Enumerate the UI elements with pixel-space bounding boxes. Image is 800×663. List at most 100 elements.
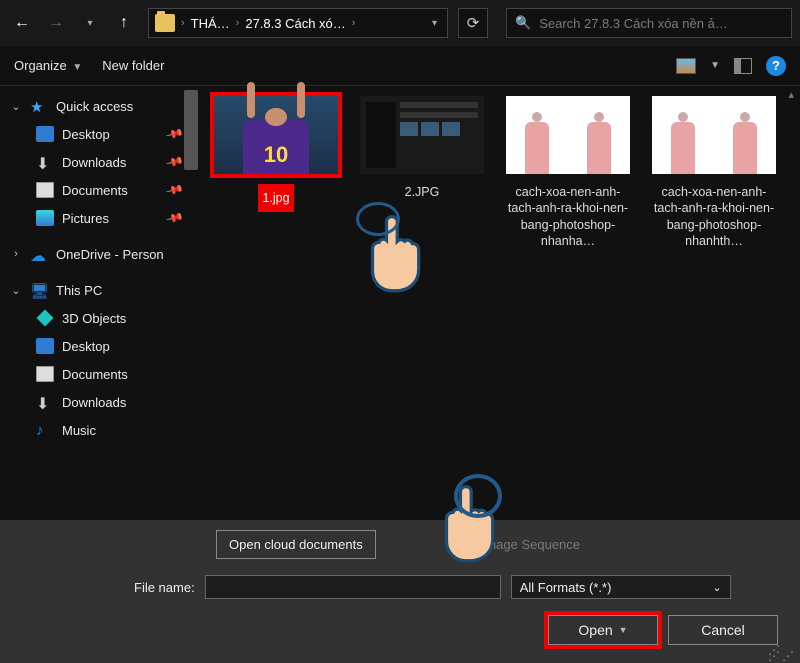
- pin-icon: 📌: [165, 124, 185, 144]
- file-type-select[interactable]: All Formats (*.*) ⌄: [511, 575, 731, 599]
- chevron-down-icon: ⌄: [712, 581, 721, 594]
- tree-item-desktop2[interactable]: Desktop: [0, 332, 200, 360]
- tree-label: This PC: [56, 283, 102, 298]
- organize-label: Organize: [14, 58, 67, 73]
- scrollbar-thumb[interactable]: [184, 90, 198, 170]
- tree-item-music[interactable]: ♪ Music: [0, 416, 200, 444]
- chevron-down-icon: ⌄: [10, 100, 22, 113]
- tree-label: Documents: [62, 183, 128, 198]
- tree-label: 3D Objects: [62, 311, 126, 326]
- preview-pane-button[interactable]: [734, 58, 752, 74]
- tree-item-3d-objects[interactable]: 3D Objects: [0, 304, 200, 332]
- folder-icon: [155, 14, 175, 32]
- open-button[interactable]: Open ▼: [548, 615, 658, 645]
- bottom-panel: Open cloud documents Image Sequence File…: [0, 520, 800, 663]
- pin-icon: 📌: [165, 180, 185, 200]
- file-thumbnail: [360, 96, 484, 174]
- address-bar: ← → ▾ ↑ › THÁ… › 27.8.3 Cách xó… › ▾ ⟳ 🔍: [0, 0, 800, 46]
- view-mode-button[interactable]: [676, 58, 696, 74]
- chevron-right-icon: ›: [181, 17, 185, 29]
- navigation-tree[interactable]: ⌄ ★ Quick access Desktop 📌 ⬇ Downloads 📌…: [0, 86, 200, 520]
- file-thumbnail: [506, 96, 630, 174]
- open-cloud-documents-button[interactable]: Open cloud documents: [216, 530, 376, 559]
- search-icon: 🔍: [515, 15, 531, 31]
- back-button[interactable]: ←: [8, 9, 36, 37]
- tree-item-pictures[interactable]: Pictures 📌: [0, 204, 200, 232]
- breadcrumb-segment[interactable]: 27.8.3 Cách xó…: [245, 16, 345, 31]
- resize-grip[interactable]: ⋰⋰⋰: [768, 647, 796, 659]
- toolbar: Organize ▼ New folder ▼ ?: [0, 46, 800, 86]
- file-name: 2.JPG: [405, 184, 440, 200]
- download-icon: ⬇: [36, 394, 54, 410]
- tree-label: Pictures: [62, 211, 109, 226]
- recent-locations-dropdown[interactable]: ▾: [76, 9, 104, 37]
- image-sequence-checkbox[interactable]: Image Sequence: [462, 537, 580, 552]
- chevron-right-icon: ›: [352, 17, 356, 29]
- tree-label: Music: [62, 423, 96, 438]
- desktop-icon: [36, 126, 54, 142]
- tree-item-documents[interactable]: Documents 📌: [0, 176, 200, 204]
- help-button[interactable]: ?: [766, 56, 786, 76]
- chevron-down-icon: ▼: [72, 62, 82, 73]
- tree-label: Documents: [62, 367, 128, 382]
- file-thumbnail: 10: [214, 96, 338, 174]
- desktop-icon: [36, 338, 54, 354]
- filename-input[interactable]: [205, 575, 501, 599]
- forward-button[interactable]: →: [42, 9, 70, 37]
- breadcrumb-segment[interactable]: THÁ…: [191, 16, 230, 31]
- download-icon: ⬇: [36, 154, 54, 170]
- file-name: 1.jpg: [258, 184, 293, 212]
- file-item[interactable]: cach-xoa-nen-anh-tach-anh-ra-khoi-nen-ba…: [650, 96, 778, 249]
- search-input[interactable]: [539, 16, 783, 31]
- tree-label: Downloads: [62, 155, 126, 170]
- split-chevron-icon[interactable]: ▼: [619, 625, 628, 635]
- file-list[interactable]: ▴ 10 1.jpg 2.JPG: [200, 86, 800, 520]
- refresh-button[interactable]: ⟳: [458, 8, 488, 38]
- breadcrumb[interactable]: › THÁ… › 27.8.3 Cách xó… › ▾: [148, 8, 448, 38]
- star-icon: ★: [30, 98, 48, 114]
- file-name: cach-xoa-nen-anh-tach-anh-ra-khoi-nen-ba…: [650, 184, 778, 249]
- up-button[interactable]: ↑: [110, 9, 138, 37]
- tree-item-desktop[interactable]: Desktop 📌: [0, 120, 200, 148]
- tree-label: Desktop: [62, 127, 110, 142]
- picture-icon: [36, 210, 54, 226]
- checkbox-label: Image Sequence: [482, 537, 580, 552]
- file-open-dialog: ← → ▾ ↑ › THÁ… › 27.8.3 Cách xó… › ▾ ⟳ 🔍…: [0, 0, 800, 663]
- document-icon: [36, 182, 54, 198]
- document-icon: [36, 366, 54, 382]
- checkbox-box[interactable]: [462, 538, 476, 552]
- tree-item-downloads2[interactable]: ⬇ Downloads: [0, 388, 200, 416]
- pin-icon: 📌: [165, 152, 185, 172]
- file-item[interactable]: 10 1.jpg: [212, 96, 340, 249]
- tree-item-onedrive[interactable]: › ☁ OneDrive - Person: [0, 240, 200, 268]
- search-box[interactable]: 🔍: [506, 8, 792, 38]
- file-item[interactable]: cach-xoa-nen-anh-tach-anh-ra-khoi-nen-ba…: [504, 96, 632, 249]
- chevron-right-icon: ›: [236, 17, 240, 29]
- new-folder-button[interactable]: New folder: [102, 58, 164, 73]
- tree-label: Quick access: [56, 99, 133, 114]
- cancel-button[interactable]: Cancel: [668, 615, 778, 645]
- cloud-icon: ☁: [30, 246, 48, 262]
- jersey-number: 10: [243, 142, 309, 168]
- chevron-right-icon: ›: [10, 248, 22, 260]
- tree-item-this-pc[interactable]: ⌄ 🖥 This PC: [0, 276, 200, 304]
- organize-menu[interactable]: Organize ▼: [14, 58, 82, 73]
- file-thumbnail: [652, 96, 776, 174]
- scroll-up-icon[interactable]: ▴: [788, 88, 794, 101]
- tree-item-quick-access[interactable]: ⌄ ★ Quick access: [0, 92, 200, 120]
- file-item[interactable]: 2.JPG: [358, 96, 486, 249]
- chevron-down-icon: ⌄: [10, 284, 22, 297]
- file-name: cach-xoa-nen-anh-tach-anh-ra-khoi-nen-ba…: [504, 184, 632, 249]
- tree-label: Desktop: [62, 339, 110, 354]
- tree-item-downloads[interactable]: ⬇ Downloads 📌: [0, 148, 200, 176]
- tree-label: OneDrive - Person: [56, 247, 164, 262]
- cube-icon: [37, 310, 54, 327]
- dialog-body: ⌄ ★ Quick access Desktop 📌 ⬇ Downloads 📌…: [0, 86, 800, 520]
- chevron-down-icon[interactable]: ▾: [432, 18, 437, 29]
- pin-icon: 📌: [165, 208, 185, 228]
- music-icon: ♪: [36, 422, 54, 438]
- tree-label: Downloads: [62, 395, 126, 410]
- tree-item-documents2[interactable]: Documents: [0, 360, 200, 388]
- file-type-value: All Formats (*.*): [520, 580, 612, 595]
- chevron-down-icon: ▼: [710, 60, 720, 71]
